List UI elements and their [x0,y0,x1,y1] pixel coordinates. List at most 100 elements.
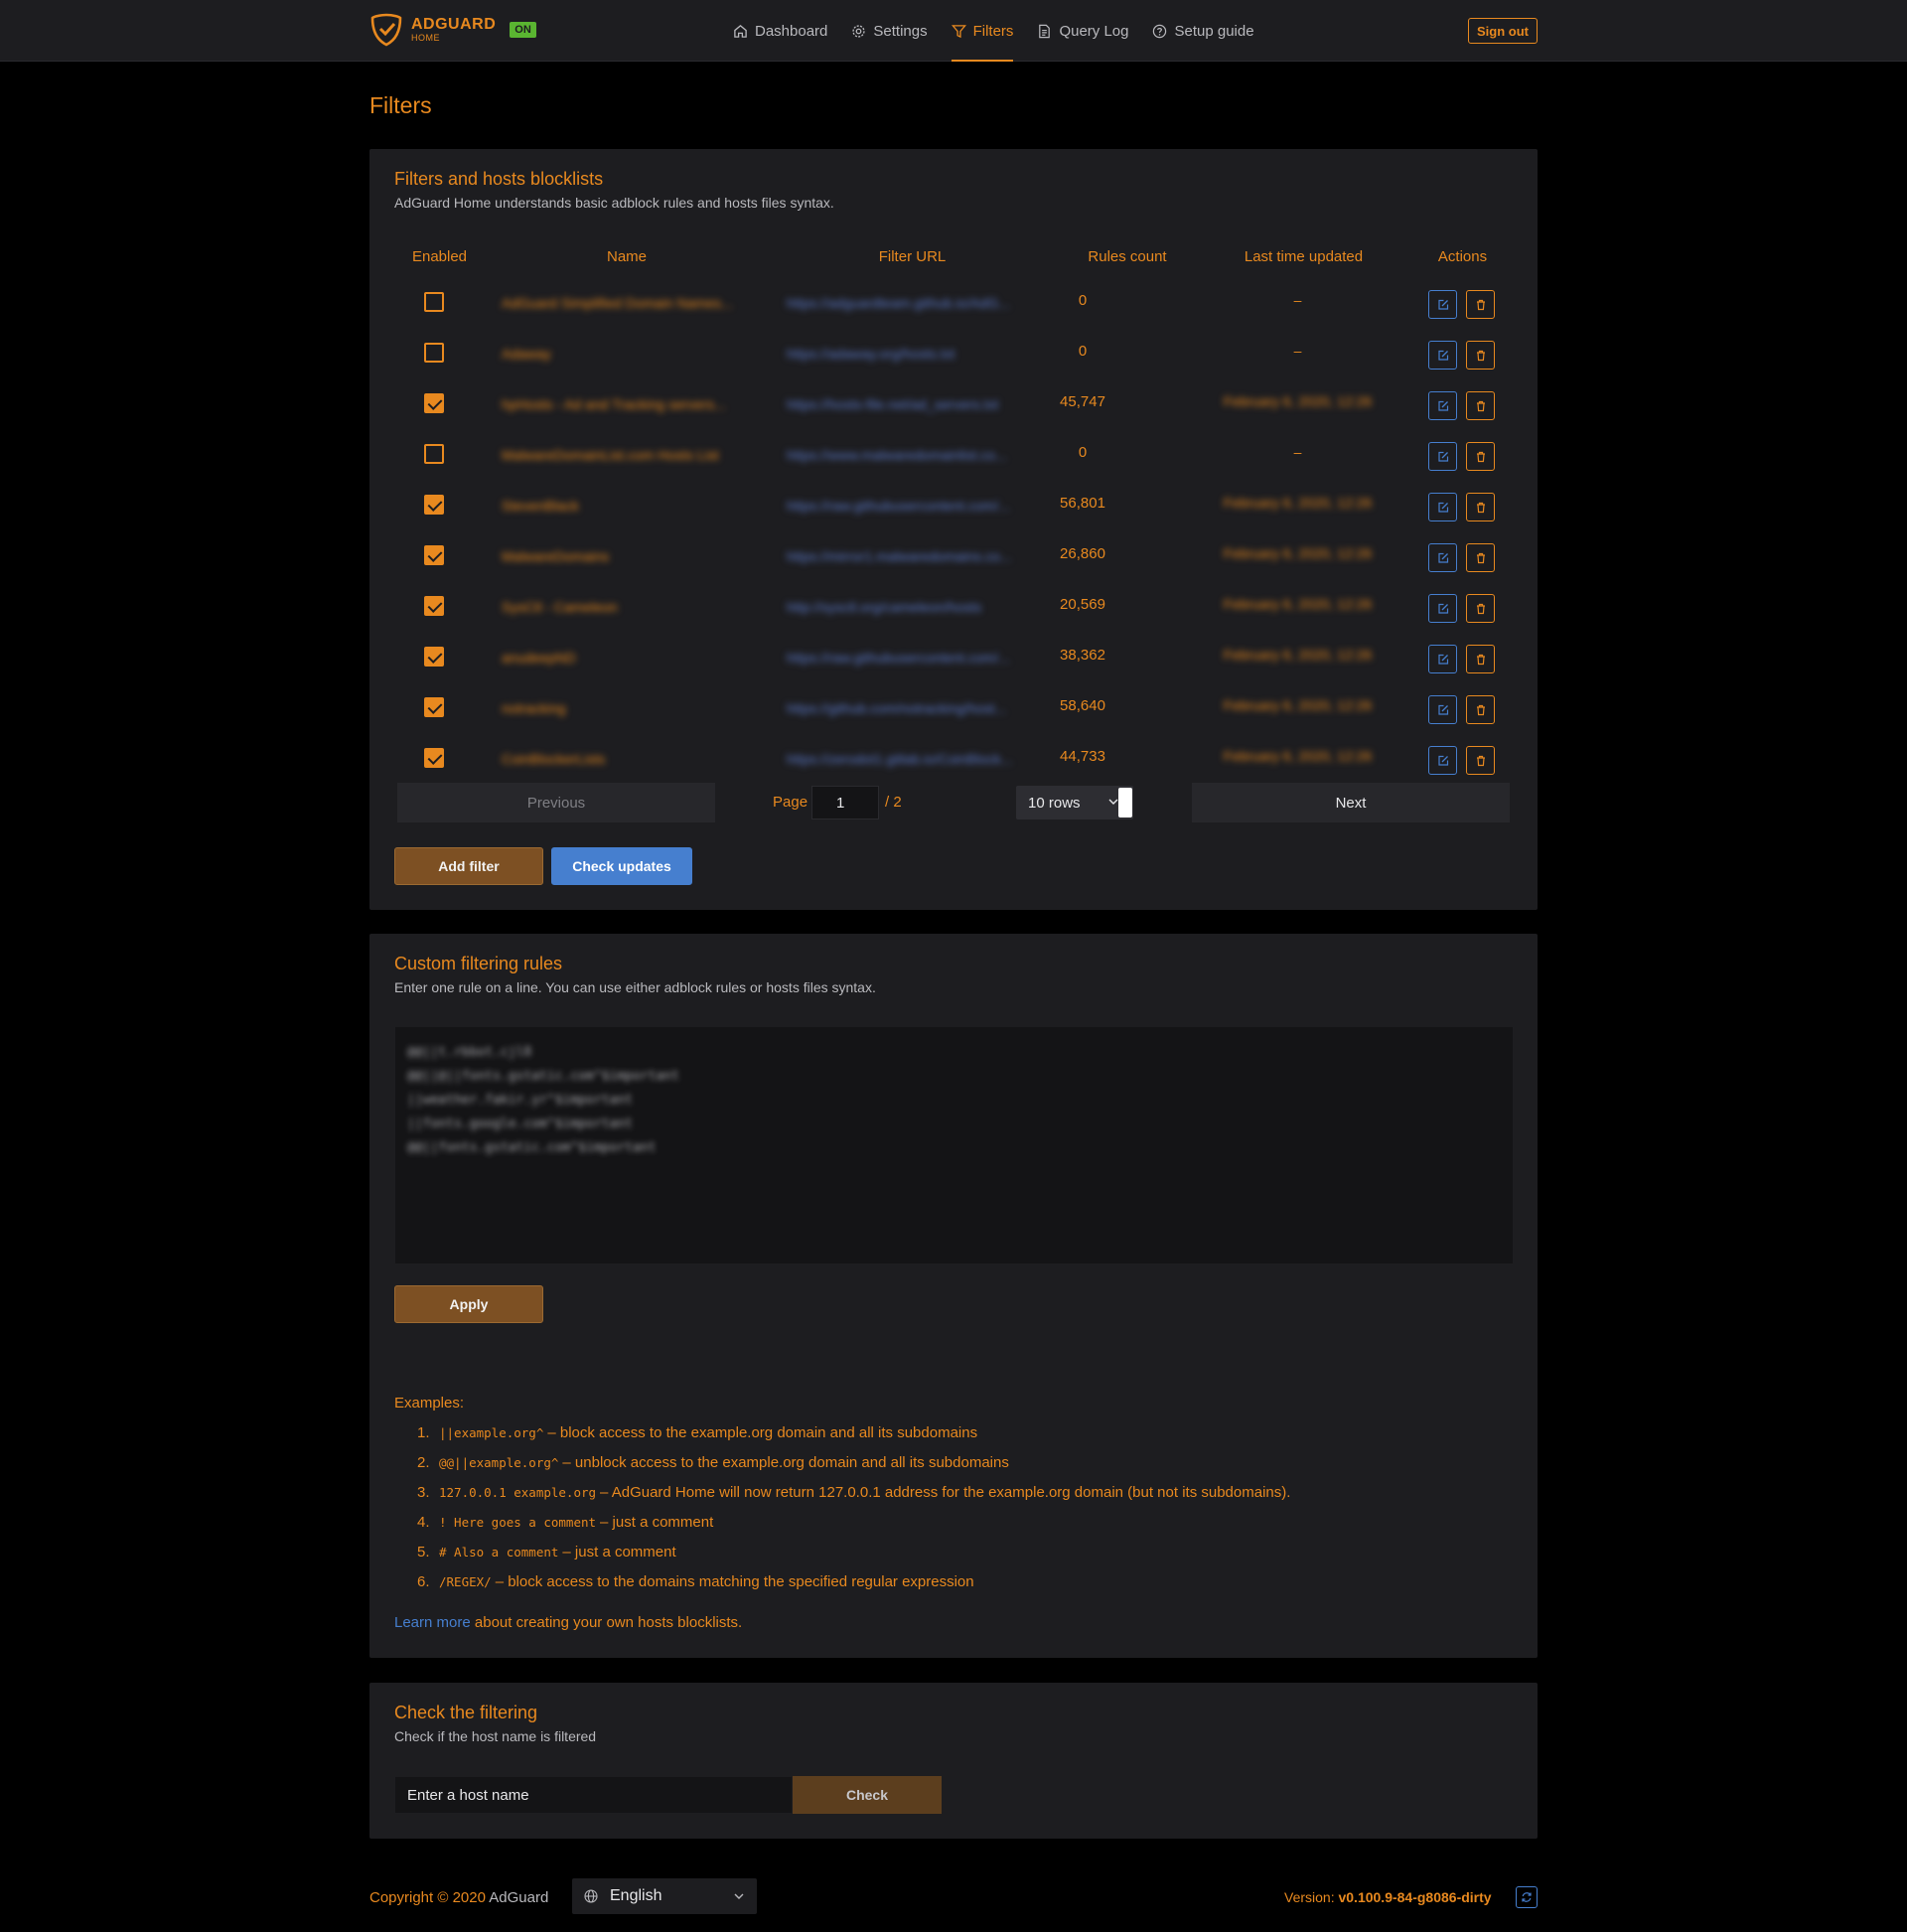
enabled-checkbox[interactable] [424,697,444,717]
table-row: StevenBlack https://raw.githubusercontent… [397,485,1510,535]
custom-rules-textarea[interactable]: @@||t.rbbot.cjl8 @@||@||fonts.gstatic.co… [394,1026,1514,1264]
delete-filter-button[interactable] [1466,695,1495,724]
example-text: – just a comment [600,1514,714,1531]
page-number-input[interactable]: 1 [811,786,879,819]
edit-filter-button[interactable] [1428,290,1457,319]
col-actions[interactable]: Actions [1405,248,1520,265]
filter-name: hpHosts - Ad and Tracking servers... [502,396,726,412]
col-rules-count[interactable]: Rules count [1053,248,1202,265]
delete-filter-button[interactable] [1466,442,1495,471]
filter-url[interactable]: https://www.malwaredomainlist.co... [787,447,1040,463]
edit-filter-button[interactable] [1428,695,1457,724]
check-version-button[interactable] [1516,1886,1538,1908]
example-number: 6. [417,1573,430,1590]
col-filter-url[interactable]: Filter URL [772,248,1053,265]
example-code: # Also a comment [439,1545,559,1560]
nav-settings[interactable]: Settings [851,0,928,62]
version-info: Version: v0.100.9-84-g8086-dirty [1284,1889,1492,1905]
col-enabled[interactable]: Enabled [397,248,482,265]
delete-filter-button[interactable] [1466,290,1495,319]
learn-more-link[interactable]: Learn more [394,1614,471,1631]
edit-filter-button[interactable] [1428,391,1457,420]
last-updated: – [1293,292,1302,308]
edit-filter-button[interactable] [1428,493,1457,521]
example-item: 6. /REGEX/– block access to the domains m… [417,1573,974,1590]
edit-filter-button[interactable] [1428,442,1457,471]
delete-filter-button[interactable] [1466,493,1495,521]
document-icon [1039,24,1051,38]
filter-url[interactable]: https://github.com/notracking/host... [787,700,1040,716]
col-last-updated[interactable]: Last time updated [1202,248,1405,265]
delete-filter-button[interactable] [1466,645,1495,673]
gear-icon [852,24,865,38]
filter-url[interactable]: https://hosts-file.net/ad_servers.txt [787,396,1040,412]
filter-url[interactable]: https://raw.githubusercontent.com/... [787,498,1040,514]
edit-filter-button[interactable] [1428,341,1457,370]
rules-count: 0 [1078,292,1088,309]
edit-filter-button[interactable] [1428,543,1457,572]
enabled-checkbox[interactable] [424,343,444,363]
edit-icon [1437,451,1448,462]
shield-logo-icon [370,13,402,47]
enabled-checkbox[interactable] [424,444,444,464]
filter-url[interactable]: https://zerodot1.gitlab.io/CoinBlock... [787,751,1040,767]
apply-button[interactable]: Apply [394,1285,543,1323]
edit-filter-button[interactable] [1428,594,1457,623]
filter-url[interactable]: https://adaway.org/hosts.txt [787,346,1040,362]
enabled-checkbox[interactable] [424,495,444,515]
custom-rules-subtitle: Enter one rule on a line. You can use ei… [394,979,876,995]
edit-icon [1437,400,1448,411]
nav-setup-guide-label: Setup guide [1174,22,1254,40]
enabled-checkbox[interactable] [424,596,444,616]
edit-filter-button[interactable] [1428,645,1457,673]
sign-out-button[interactable]: Sign out [1468,18,1538,44]
filter-name: anudeepND [502,650,576,666]
language-select[interactable]: English [572,1878,757,1914]
nav-query-log[interactable]: Query Log [1037,0,1128,62]
check-filtering-title: Check the filtering [394,1703,538,1722]
rules-count: 56,801 [1060,495,1105,512]
filter-name: Adaway [502,346,551,362]
enabled-checkbox[interactable] [424,748,444,768]
adguard-logo[interactable]: ADGUARD HOME ON [369,12,536,48]
previous-page-button[interactable]: Previous [397,783,715,822]
enabled-checkbox[interactable] [424,647,444,667]
adguard-link[interactable]: AdGuard [489,1889,548,1906]
delete-filter-button[interactable] [1466,391,1495,420]
next-page-button[interactable]: Next [1192,783,1510,822]
check-button[interactable]: Check [793,1776,942,1814]
delete-filter-button[interactable] [1466,543,1495,572]
nav-filters[interactable]: Filters [951,0,1013,62]
brand-name: ADGUARD [411,16,497,33]
check-updates-button[interactable]: Check updates [551,847,692,885]
filter-name: CoinBlockerLists [502,751,606,767]
col-name[interactable]: Name [482,248,772,265]
last-updated: February 6, 2020, 12:26 [1223,495,1373,511]
footer-copyright: Copyright © 2020 AdGuard [369,1889,548,1906]
select-scroll-indicator [1118,788,1132,817]
rules-count: 58,640 [1060,697,1105,714]
edit-icon [1437,350,1448,361]
add-filter-button[interactable]: Add filter [394,847,543,885]
last-updated: – [1293,343,1302,359]
edit-filter-button[interactable] [1428,746,1457,775]
enabled-checkbox[interactable] [424,545,444,565]
delete-filter-button[interactable] [1466,341,1495,370]
enabled-checkbox[interactable] [424,292,444,312]
table-row: MalwareDomains https://mirror1.malwaredom… [397,535,1510,586]
filter-url[interactable]: https://adguardteam.github.io/AdG... [787,295,1040,311]
filter-url[interactable]: https://raw.githubusercontent.com/... [787,650,1040,666]
nav-dashboard-label: Dashboard [755,22,828,40]
rule-line: @@||fonts.gstatic.com^$important [407,1140,657,1155]
nav-setup-guide[interactable]: Setup guide [1152,0,1254,62]
nav-dashboard[interactable]: Dashboard [733,0,827,62]
filter-url[interactable]: https://mirror1.malwaredomains.co... [787,548,1040,564]
rules-count: 0 [1078,444,1088,461]
enabled-checkbox[interactable] [424,393,444,413]
host-name-input[interactable] [394,1776,793,1814]
delete-filter-button[interactable] [1466,594,1495,623]
table-row: hpHosts - Ad and Tracking servers... http… [397,383,1510,434]
filter-url[interactable]: http://sysctl.org/cameleon/hosts [787,599,1040,615]
delete-filter-button[interactable] [1466,746,1495,775]
nav-query-log-label: Query Log [1059,22,1129,40]
